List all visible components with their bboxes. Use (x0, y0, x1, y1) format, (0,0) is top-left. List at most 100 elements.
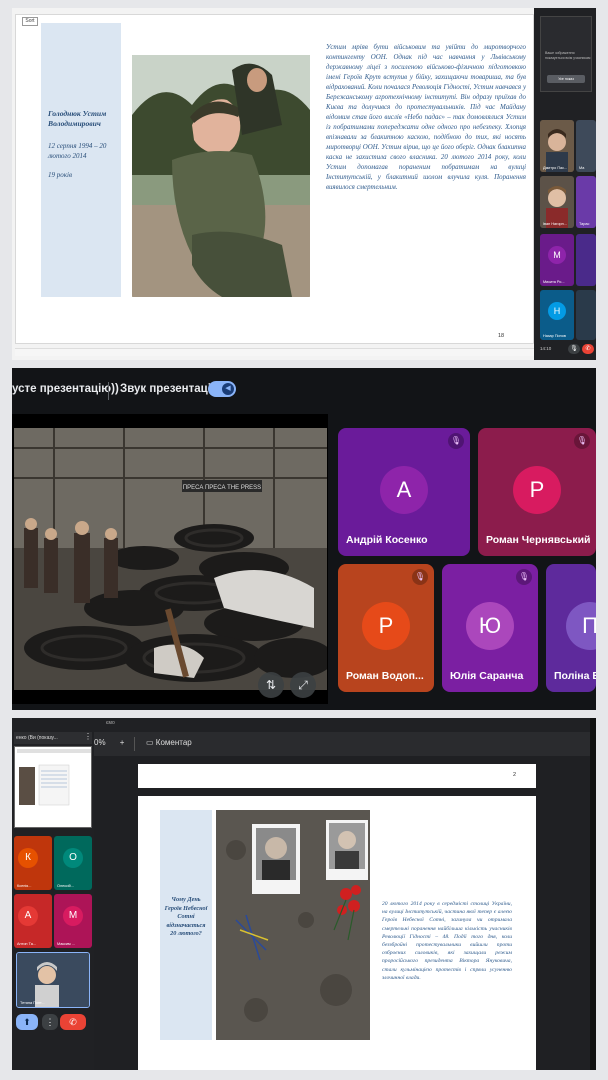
presentation-stage: ПРЕСА ПРЕСА THE PRESS ⇅ ⤢ (12, 414, 328, 704)
viewer-bottom-bar (15, 348, 534, 356)
participant-tile[interactable]: Дмитро Пас... (540, 120, 574, 172)
participant-tile[interactable]: Тарас (576, 176, 596, 228)
self-video-tile[interactable]: Тетяна Попт... (16, 952, 90, 1008)
participant-avatar: Р (513, 466, 561, 514)
zoom-value: 0% (94, 738, 106, 747)
participant-name: Іван Нагорн... (543, 222, 567, 226)
presentation-sound-label: Звук презентації (120, 383, 215, 395)
participant-name: Антон Та... (17, 942, 37, 946)
participant-avatar: А (380, 466, 428, 514)
participant-name: Тарас (579, 222, 590, 226)
memorial-photo (216, 810, 370, 1040)
slide-tag: Sort (22, 17, 38, 26)
share-notice: Ваше зображення показується всім учасник… (545, 51, 591, 60)
meet-side-panel: Ваше зображення показується всім учасник… (534, 8, 596, 360)
participant-name: Ксенія... (17, 884, 32, 888)
participant-avatar: Р (362, 602, 410, 650)
mic-off-icon: 🎙 (448, 433, 464, 449)
participant-avatar: Ю (466, 602, 514, 650)
participant-tile[interactable]: М Микита Ро... (540, 234, 574, 286)
mic-off-icon: 🎙 (574, 433, 590, 449)
participant-name: Андрій Косенко (346, 534, 428, 546)
participant-tile[interactable]: М Максим ... (54, 894, 92, 948)
participant-tile[interactable]: К Ксенія... (14, 836, 52, 890)
speaker-icon: ◀ (222, 383, 234, 395)
participant-photo (540, 176, 574, 228)
more-options-icon[interactable]: ⋮ (84, 732, 92, 741)
participant-avatar: П (566, 602, 596, 650)
more-options-icon[interactable]: ⋮ (42, 1014, 58, 1030)
comment-icon: ▭ (146, 738, 156, 747)
stop-presenting-link[interactable]: усте презентацію)) (12, 383, 119, 395)
self-video-photo (17, 953, 89, 1007)
participant-tile[interactable]: 🎙 Р Роман Водоп... (338, 564, 434, 692)
hangup-button[interactable]: ✆ (60, 1014, 86, 1030)
hero-name: Голоднюк Устим Володимирович (48, 109, 107, 128)
participant-tile[interactable] (576, 234, 596, 286)
fullscreen-button[interactable]: ⤢ (290, 672, 316, 698)
doc-page: Чому День Героїв Небесної Сотні відзнача… (138, 796, 536, 1070)
top-strip: ємо (94, 718, 596, 732)
comment-button[interactable]: ▭ Коментар (146, 738, 192, 747)
hero-portrait-photo (132, 55, 310, 297)
self-view-header: енко (Ви (показу... (14, 732, 92, 744)
hangup-button[interactable]: ✆ (582, 344, 594, 354)
participant-tile[interactable]: П Поліна В (546, 564, 596, 692)
participant-tile[interactable]: А Антон Та... (14, 894, 52, 948)
hero-dates: 12 серпня 1994 – 20 лютого 2014 (48, 142, 107, 160)
top-label: ємо (106, 720, 115, 726)
mic-off-icon: 🎙 (516, 569, 532, 585)
page-number: 2 (512, 772, 516, 778)
zoom-level[interactable]: 0% + (94, 738, 124, 747)
participant-avatar: М (63, 906, 83, 926)
hero-age: 19 років (48, 171, 73, 179)
doc-text: 20 лютого 2014 року в середмісті столиці… (382, 901, 512, 981)
slide-viewer-panel-1: Sort Голоднюк Устим Володимирович 12 сер… (12, 8, 596, 360)
participant-tile[interactable]: 🎙 А Андрій Косенко (338, 428, 470, 556)
participant-name: Роман Водоп... (346, 670, 424, 682)
meeting-time: 14:10 (540, 346, 552, 351)
divider (108, 382, 109, 400)
participant-tile[interactable]: 🎙 Р Роман Чернявський (478, 428, 596, 556)
share-all-button[interactable]: Усе показ (547, 75, 585, 83)
zoom-in-icon[interactable]: + (120, 738, 125, 747)
svg-text:ПРЕСА ПРЕСА THE PRESS: ПРЕСА ПРЕСА THE PRESS (183, 485, 261, 491)
participant-tile[interactable]: Ма (576, 120, 596, 172)
doc-viewer-panel-3: ємо енко (Ви (показу... ⋮ К Ксенія... О … (12, 718, 596, 1070)
presentation-sound-toggle[interactable]: ◀ (208, 381, 236, 397)
participant-name: Олексій... (57, 884, 74, 888)
right-edge (590, 718, 596, 1070)
participant-photo (540, 120, 574, 172)
participant-name: Роман Чернявський (486, 534, 591, 546)
doc-page-header: 2 (138, 764, 536, 788)
participant-name: Дмитро Пас... (543, 166, 568, 170)
presentation-slide: Sort Голоднюк Устим Володимирович 12 сер… (15, 14, 534, 344)
participant-tile[interactable]: Н Назар Попов (540, 290, 574, 340)
participant-name: Ма (579, 166, 585, 170)
swap-layout-button[interactable]: ⇅ (258, 672, 284, 698)
page-number: 18 (498, 333, 505, 339)
participant-tile[interactable]: О Олексій... (54, 836, 92, 890)
participant-tile[interactable] (576, 290, 596, 340)
participant-name: Назар Попов (543, 334, 566, 338)
participant-avatar: М (548, 246, 566, 264)
question-box: Чому День Героїв Небесної Сотні відзнача… (160, 810, 212, 1040)
participant-tile[interactable]: 🎙 Ю Юлія Саранча (442, 564, 538, 692)
doc-toolbar: 0% + ▭ Коментар (94, 732, 596, 756)
participant-avatar: А (18, 906, 38, 926)
bio-sidebar: Голоднюк Устим Володимирович 12 серпня 1… (41, 23, 121, 297)
participant-name: Поліна В (554, 670, 596, 682)
participant-name: Юлія Саранча (450, 670, 524, 682)
barricade-photo: ПРЕСА ПРЕСА THE PRESS (14, 428, 327, 690)
present-button[interactable]: ⬆ (16, 1014, 38, 1030)
participant-name: Максим ... (57, 942, 75, 946)
meet-call-panel-2: усте презентацію)) Звук презентації ◀ ПР… (12, 368, 596, 710)
mic-off-icon: 🎙 (412, 569, 428, 585)
mic-button[interactable]: 🎙 (568, 344, 580, 354)
participant-tile[interactable]: Іван Нагорн... (540, 176, 574, 228)
hero-story-text: Устим мріяв бути військовим та увійти до… (326, 44, 526, 191)
self-name: Тетяна Попт... (20, 1001, 45, 1005)
participant-avatar: К (18, 848, 38, 868)
comment-label: Коментар (155, 738, 192, 747)
presentation-topbar: усте презентацію)) Звук презентації ◀ (12, 368, 596, 412)
